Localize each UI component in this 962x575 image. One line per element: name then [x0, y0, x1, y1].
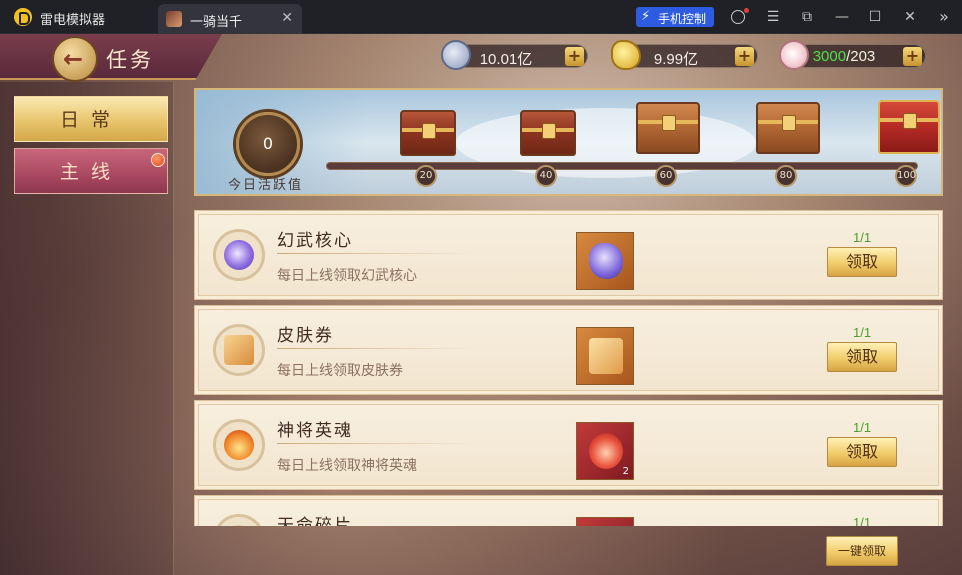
scroll-ticket-icon [213, 324, 265, 376]
phone-control-button[interactable]: ⚡ 手机控制 [636, 7, 714, 27]
divider [277, 348, 477, 349]
task-progress: 1/1 [853, 230, 872, 245]
reward-chest-60[interactable] [636, 102, 700, 154]
milestone-40: 40 [535, 165, 557, 187]
activity-label: 今日活跃值 [228, 178, 304, 193]
game-screen: ← 任务 10.01亿 + 9.99亿 + 3000/203 + 日常 主线 0… [0, 34, 962, 575]
task-row: 天命碎片 1/1 [194, 495, 943, 526]
task-desc: 每日上线领取幻武核心 [277, 268, 417, 284]
leidian-logo-icon [14, 8, 32, 26]
tab-main-quest[interactable]: 主线 [14, 148, 168, 194]
add-stamina-button[interactable]: + [903, 47, 922, 66]
tab-close-icon[interactable]: ✕ [281, 10, 293, 26]
crystal-core-icon [589, 243, 623, 279]
page-title: 任务 [106, 48, 154, 72]
reward-chest-100[interactable] [878, 100, 940, 154]
tab-main-quest-label: 主线 [59, 161, 122, 183]
menu-icon[interactable]: ☰ [765, 9, 781, 25]
task-name: 幻武核心 [277, 231, 353, 251]
user-icon[interactable] [730, 8, 749, 25]
reward-chest-80[interactable] [756, 102, 820, 154]
divider [277, 443, 477, 444]
reward-item[interactable] [576, 327, 634, 385]
close-icon[interactable]: ✕ [902, 9, 918, 25]
resource-stamina-value: 3000/203 [789, 48, 899, 65]
fate-shard-icon [213, 514, 265, 526]
phone-control-label: 手机控制 [658, 12, 707, 26]
back-arrow-icon: ← [63, 45, 84, 73]
minimize-icon[interactable]: — [834, 9, 850, 25]
game-icon [166, 11, 182, 27]
task-desc: 每日上线领取皮肤券 [277, 363, 403, 379]
daily-activity-panel: 0 今日活跃值 [194, 88, 943, 196]
reward-chest-20[interactable] [400, 110, 456, 156]
add-silver-button[interactable]: + [565, 47, 584, 66]
task-name: 皮肤券 [277, 326, 334, 346]
flame-soul-icon [213, 419, 265, 471]
app-name: 雷电模拟器 [40, 13, 106, 28]
task-row: 幻武核心 每日上线领取幻武核心 1/1 领取 [194, 210, 943, 300]
divider [277, 253, 477, 254]
maximize-icon[interactable]: ☐ [867, 9, 883, 25]
resource-gold: 9.99亿 + [611, 40, 758, 70]
add-gold-button[interactable]: + [735, 47, 754, 66]
task-list[interactable]: 幻武核心 每日上线领取幻武核心 1/1 领取 皮肤券 每日上线领取皮肤券 1/1… [194, 210, 944, 526]
resource-gold-value: 9.99亿 [653, 51, 699, 68]
notification-dot-icon [151, 153, 165, 167]
reward-item[interactable] [576, 517, 634, 526]
milestone-80: 80 [775, 165, 797, 187]
task-progress: 1/1 [853, 420, 872, 435]
emulator-title-bar: 雷电模拟器 一骑当千 ✕ ⚡ 手机控制 ☰ ⧉ — ☐ ✕ » [0, 0, 962, 34]
tab-game[interactable]: 一骑当千 ✕ [158, 4, 302, 34]
flame-soul-icon [589, 433, 623, 469]
task-name: 神将英魂 [277, 421, 353, 441]
activity-progress-bar [326, 162, 918, 170]
task-row: 皮肤券 每日上线领取皮肤券 1/1 领取 [194, 305, 943, 395]
back-button[interactable]: ← [52, 36, 98, 82]
resource-silver: 10.01亿 + [441, 40, 588, 70]
milestone-20: 20 [415, 165, 437, 187]
task-desc: 每日上线领取神将英魂 [277, 458, 417, 474]
activity-value-medal: 0 [236, 112, 300, 176]
reward-item[interactable]: 2 [576, 422, 634, 480]
claim-button[interactable]: 领取 [827, 342, 897, 372]
task-progress: 1/1 [853, 325, 872, 340]
resource-silver-value: 10.01亿 [479, 51, 533, 68]
task-name: 天命碎片 [277, 516, 353, 526]
collapse-sidebar-icon[interactable]: » [936, 9, 952, 25]
tab-daily[interactable]: 日常 [14, 96, 168, 142]
task-row: 神将英魂 每日上线领取神将英魂 2 1/1 领取 [194, 400, 943, 490]
scroll-ticket-icon [589, 338, 623, 374]
claim-button[interactable]: 领取 [827, 437, 897, 467]
popout-icon[interactable]: ⧉ [799, 9, 815, 25]
reward-chest-40[interactable] [520, 110, 576, 156]
crystal-core-icon [213, 229, 265, 281]
task-progress: 1/1 [853, 515, 872, 526]
activity-value: 0 [262, 134, 274, 153]
lightning-icon: ⚡ [641, 9, 651, 24]
milestone-100: 100 [895, 165, 917, 187]
stamina-max: /203 [846, 48, 876, 65]
reward-quantity: 2 [622, 466, 629, 477]
reward-item[interactable] [576, 232, 634, 290]
resource-stamina: 3000/203 + [779, 40, 926, 70]
claim-button[interactable]: 领取 [827, 247, 897, 277]
milestone-60: 60 [655, 165, 677, 187]
claim-all-button[interactable]: 一键领取 [826, 536, 898, 566]
stamina-current: 3000 [812, 48, 847, 65]
tab-label: 一骑当千 [190, 15, 243, 30]
